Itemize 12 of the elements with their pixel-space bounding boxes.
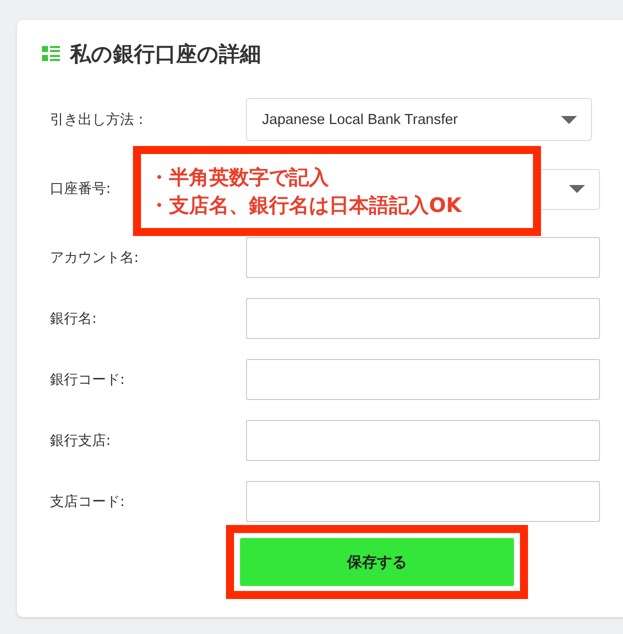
- card-title: 私の銀行口座の詳細: [70, 41, 261, 68]
- field-label: 支店コード:: [49, 492, 126, 510]
- field-label: 引き出し方法 :: [49, 110, 144, 128]
- field-label: 銀行名:: [49, 310, 98, 328]
- field-label: 銀行コード:: [49, 370, 126, 388]
- field-label: 口座番号:: [49, 180, 112, 198]
- annotation-text: ・支店名、銀行名は日本語記入OK: [149, 192, 463, 219]
- save-button[interactable]: 保存する: [238, 536, 516, 588]
- annotation-text: ・半角英数字で記入: [149, 164, 330, 191]
- field-label: 銀行支店:: [49, 432, 112, 450]
- field-label: アカウント名:: [49, 248, 140, 266]
- dropdown-field[interactable]: Japanese Local Bank Transfer: [246, 98, 592, 141]
